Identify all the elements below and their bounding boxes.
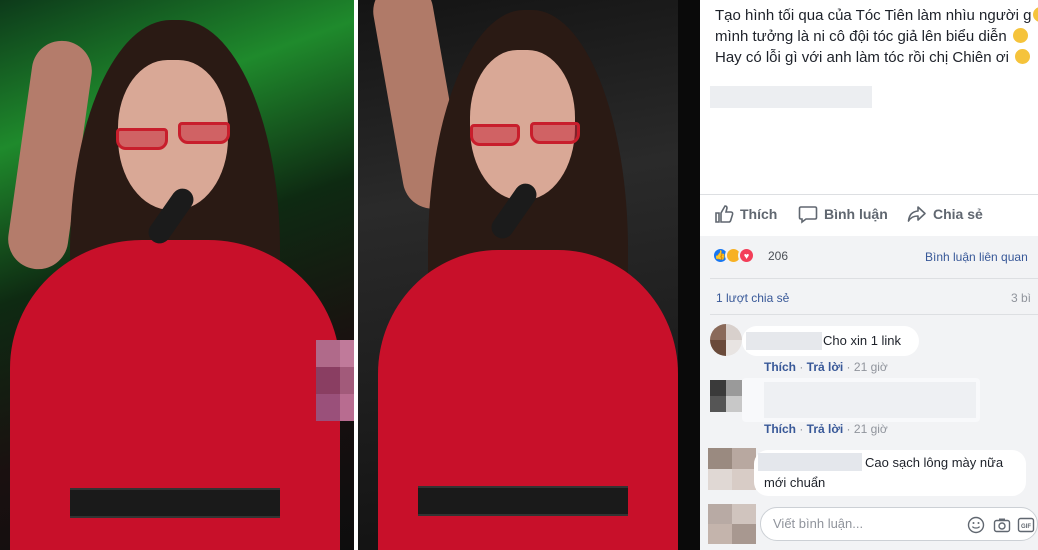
caption-line-2: mình tưởng là ni cô đội tóc giả lên biểu… — [715, 28, 1007, 45]
comment-text-line-1: Cao sạch lông mày nữa — [865, 455, 1004, 470]
divider — [700, 194, 1038, 195]
photo-frame-left — [0, 0, 354, 550]
comment-time[interactable]: 21 giờ — [854, 422, 888, 436]
post-caption: Tạo hình tối qua của Tóc Tiên làm nhìu n… — [715, 6, 1038, 69]
reaction-count[interactable]: 206 — [768, 249, 788, 263]
smile-emoji-icon — [1015, 49, 1031, 64]
reply-link[interactable]: Trả lời — [807, 422, 844, 436]
thumbs-up-icon — [715, 205, 734, 223]
avatar[interactable] — [710, 324, 742, 356]
comment-icon — [798, 206, 818, 224]
smile-emoji-icon — [1012, 28, 1028, 43]
reaction-icons[interactable]: 👍 ♥ — [712, 247, 755, 264]
blurred-link — [710, 86, 872, 108]
share-label: Chia sẻ — [933, 206, 983, 222]
post-photo[interactable] — [0, 0, 700, 550]
comment-bubble — [742, 378, 980, 422]
comment-text: Cho xin 1 link — [823, 333, 902, 348]
divider — [710, 314, 1038, 315]
belt — [418, 486, 628, 516]
photo-edge — [678, 0, 700, 550]
share-button[interactable]: Chia sẻ — [907, 204, 983, 224]
emoji-icon[interactable] — [967, 516, 985, 534]
caption-line-3: Hay có lỗi gì với anh làm tóc rồi chị Ch… — [715, 49, 1009, 66]
camera-icon[interactable] — [993, 516, 1011, 534]
sunglasses-right — [530, 122, 580, 144]
sunglasses-left — [116, 128, 168, 150]
post-actions: Thích Bình luận Chia sẻ — [700, 198, 1038, 232]
comment-time[interactable]: 21 giờ — [854, 360, 888, 374]
sunglasses-right — [178, 122, 230, 144]
avatar[interactable] — [708, 448, 756, 490]
sunglasses-left — [470, 124, 520, 146]
divider — [710, 278, 1038, 279]
like-label: Thích — [740, 206, 778, 222]
comment-button[interactable]: Bình luận — [798, 204, 888, 224]
comment-input[interactable] — [773, 516, 953, 531]
svg-text:GIF: GIF — [1021, 524, 1031, 530]
comments-count[interactable]: 3 bì — [1011, 291, 1031, 305]
like-button[interactable]: Thích — [714, 204, 777, 224]
like-comment-link[interactable]: Thích — [764, 360, 796, 374]
reply-link[interactable]: Trả lời — [807, 360, 844, 374]
blurred-name — [746, 332, 822, 350]
like-comment-link[interactable]: Thích — [764, 422, 796, 436]
comment-meta: Thích · Trả lời · 21 giờ — [764, 360, 888, 374]
avatar[interactable] — [710, 380, 742, 412]
comment-label: Bình luận — [824, 206, 888, 222]
comment-composer[interactable]: GIF — [760, 507, 1038, 541]
gif-icon[interactable]: GIF — [1017, 516, 1035, 534]
smile-emoji-icon — [1033, 7, 1038, 22]
pixelated-area — [316, 340, 354, 421]
belt — [70, 488, 280, 518]
love-icon: ♥ — [738, 247, 755, 264]
caption-line-1: Tạo hình tối qua của Tóc Tiên làm nhìu n… — [715, 7, 1032, 24]
share-icon — [907, 206, 926, 222]
shares-count[interactable]: 1 lượt chia sẻ — [716, 291, 789, 305]
comment-bubble: Cho xin 1 link — [742, 326, 919, 356]
comment-meta: Thích · Trả lời · 21 giờ — [764, 422, 888, 436]
photo-frame-right — [358, 0, 678, 550]
current-user-avatar — [708, 504, 756, 544]
comment-bubble: Cao sạch lông mày nữa mới chuẩn — [754, 450, 1026, 496]
blurred-comment — [764, 382, 976, 418]
related-comments-filter[interactable]: Bình luận liên quan — [925, 250, 1028, 264]
post-panel: Tạo hình tối qua của Tóc Tiên làm nhìu n… — [700, 0, 1038, 550]
comment-text-line-2: mới chuẩn — [764, 475, 826, 490]
blurred-name — [758, 453, 862, 471]
